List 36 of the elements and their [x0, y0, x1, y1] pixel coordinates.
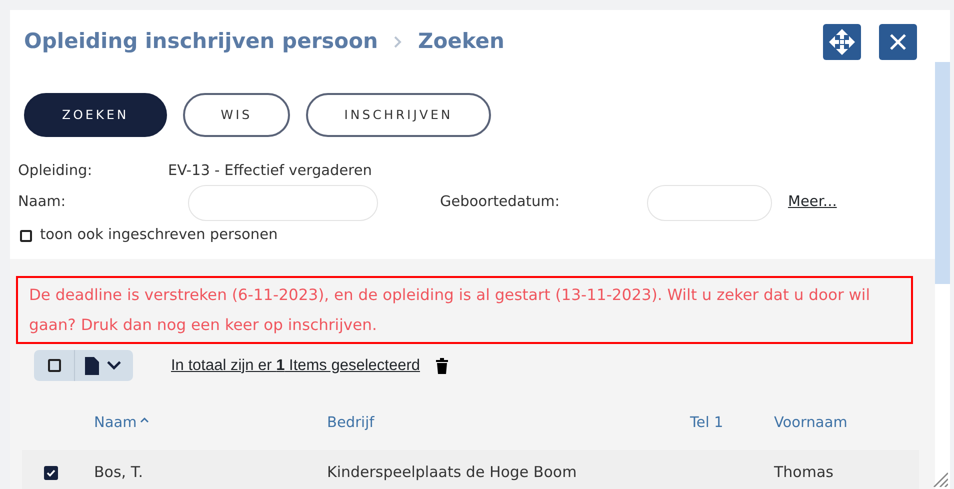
document-icon: [85, 356, 99, 374]
checkbox[interactable]: [20, 230, 32, 242]
table-cell: Bos, T.: [94, 463, 143, 482]
chevron-icon: [394, 36, 402, 48]
enroll-button[interactable]: INSCHRIJVEN: [306, 93, 491, 137]
sort-icon: [140, 417, 149, 424]
checkbox-label: toon ook ingeschreven personen: [40, 226, 278, 246]
selection-summary-link[interactable]: In totaal zijn er 1 Items geselecteerd: [171, 354, 420, 378]
breadcrumb-link[interactable]: Opleiding inschrijven persoon: [24, 26, 378, 58]
name-input[interactable]: [188, 185, 378, 221]
birthdate-input[interactable]: [647, 185, 772, 221]
clear-button[interactable]: WIS: [182, 93, 290, 137]
field-label: Naam:: [18, 193, 67, 212]
column-header[interactable]: Voornaam: [774, 415, 848, 432]
more-link[interactable]: Meer...: [788, 192, 837, 214]
error-message: De deadline is verstreken (6-11-2023), en de opleiding is al gestart (13-11-2023). Wilt u zeker dat u door wil gaan? Druk dan nog een keer op inschrijven.: [16, 276, 913, 344]
move-icon: [829, 29, 855, 55]
page-title: Zoeken: [418, 28, 504, 56]
field-value: EV-13 - Effectief vergaderen: [168, 162, 372, 182]
close-button[interactable]: [879, 24, 917, 60]
table-cell: Thomas: [774, 463, 834, 482]
trash-icon[interactable]: [436, 358, 448, 374]
field-label: Opleiding:: [18, 162, 94, 182]
move-button[interactable]: [823, 24, 861, 60]
scrollbar-thumb[interactable]: [935, 62, 950, 284]
table-cell: Kinderspeelplaats de Hoge Boom: [327, 463, 577, 482]
column-header[interactable]: Naam: [94, 415, 149, 432]
close-icon: [889, 33, 907, 51]
select-all-checkbox[interactable]: [48, 359, 60, 372]
row-checkbox[interactable]: [44, 466, 58, 480]
caret-icon: [107, 361, 121, 370]
resize-grip-icon[interactable]: [932, 471, 948, 487]
column-header[interactable]: Bedrijf: [327, 415, 374, 432]
field-label: Geboortedatum:: [440, 193, 561, 212]
column-header[interactable]: Tel 1: [690, 415, 724, 432]
search-button[interactable]: ZOEKEN: [24, 93, 167, 137]
